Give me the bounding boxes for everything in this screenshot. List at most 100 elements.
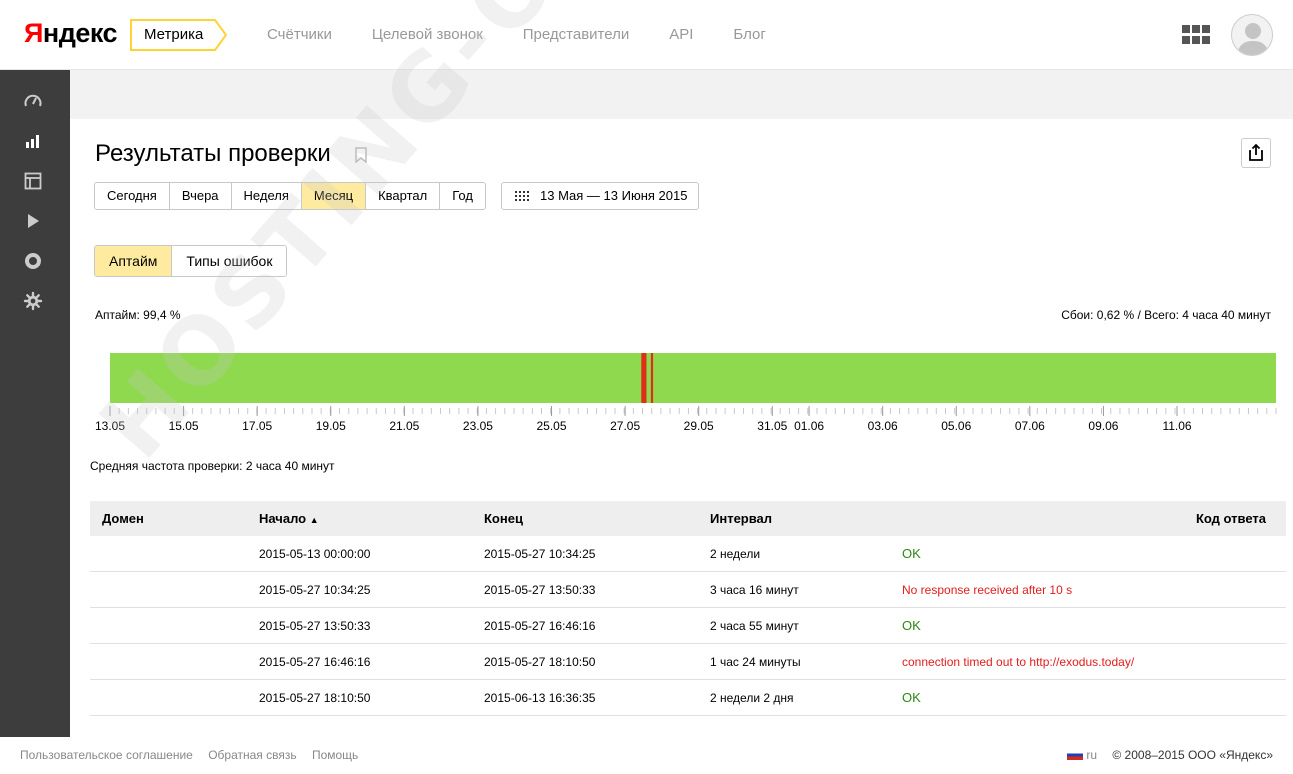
- cell-response: OK: [902, 546, 921, 561]
- timeline-tick-label: 25.05: [537, 419, 567, 433]
- reports-bar-chart-icon[interactable]: [23, 131, 43, 151]
- nav-target-call[interactable]: Целевой звонок: [372, 26, 483, 43]
- nav-api[interactable]: API: [669, 26, 693, 43]
- timeline-tick-label: 01.06: [794, 419, 824, 433]
- date-range-label: 13 Мая — 13 Июня 2015: [540, 188, 688, 203]
- footer-link-agreement[interactable]: Пользовательское соглашение: [20, 748, 193, 762]
- timeline-tick-label: 27.05: [610, 419, 640, 433]
- cell-interval: 2 недели 2 дня: [710, 691, 794, 705]
- top-nav: Счётчики Целевой звонок Представители AP…: [267, 26, 806, 43]
- layout-icon[interactable]: [23, 171, 43, 191]
- timeline-tick-label: 13.05: [95, 419, 125, 433]
- cell-end: 2015-05-27 16:46:16: [484, 619, 596, 633]
- table-row: 2015-05-27 13:50:33 2015-05-27 16:46:16 2 …: [90, 608, 1286, 644]
- export-button[interactable]: [1241, 138, 1271, 168]
- table-row: 2015-05-27 18:10:50 2015-06-13 16:36:35 2 …: [90, 680, 1286, 716]
- uptime-failure-mark: [641, 353, 647, 403]
- top-bar: Яндекс Метрика Счётчики Целевой звонок П…: [0, 0, 1293, 70]
- cell-end: 2015-05-27 18:10:50: [484, 655, 596, 669]
- user-avatar-icon[interactable]: [1231, 14, 1273, 56]
- table-row: 2015-05-27 16:46:16 2015-05-27 18:10:50 1 …: [90, 644, 1286, 680]
- date-range-picker[interactable]: 13 Мая — 13 Июня 2015: [501, 182, 700, 210]
- period-quarter-button[interactable]: Квартал: [366, 183, 441, 209]
- period-week-button[interactable]: Неделя: [231, 183, 302, 209]
- calendar-icon: [515, 191, 529, 201]
- timeline-tick-label: 31.05: [757, 419, 787, 433]
- footer-right: ru © 2008–2015 ООО «Яндекс»: [1067, 748, 1273, 762]
- russian-flag-icon: [1067, 750, 1084, 760]
- average-check-frequency: Средняя частота проверки: 2 часа 40 мину…: [90, 459, 335, 473]
- page-title: Результаты проверки: [95, 140, 331, 167]
- timeline-tick-label: 11.06: [1162, 419, 1191, 433]
- timeline-tick-label: 17.05: [242, 419, 272, 433]
- period-yesterday-button[interactable]: Вчера: [169, 183, 232, 209]
- uptime-summary: Аптайм: 99,4 %: [95, 308, 181, 322]
- timeline-tick-label: 23.05: [463, 419, 493, 433]
- cell-interval: 2 часа 55 минут: [710, 619, 799, 633]
- col-response-code[interactable]: Код ответа: [1196, 511, 1266, 526]
- cell-end: 2015-05-27 13:50:33: [484, 583, 596, 597]
- sidebar: [0, 70, 70, 737]
- col-domain[interactable]: Домен: [102, 511, 144, 526]
- cell-start: 2015-05-27 18:10:50: [259, 691, 371, 705]
- period-today-button[interactable]: Сегодня: [95, 183, 170, 209]
- table-row: 2015-05-27 10:34:25 2015-05-27 13:50:33 3 …: [90, 572, 1286, 608]
- yandex-logo[interactable]: Яндекс: [24, 18, 118, 49]
- cell-interval: 2 недели: [710, 547, 761, 561]
- table-body: 2015-05-13 00:00:00 2015-05-27 10:34:25 2 …: [90, 536, 1286, 716]
- table-header: Домен Начало ▲ Конец Интервал Код ответа: [90, 501, 1286, 536]
- check-results-table: Домен Начало ▲ Конец Интервал Код ответа…: [90, 501, 1286, 716]
- table-row: 2015-05-13 00:00:00 2015-05-27 10:34:25 2 …: [90, 536, 1286, 572]
- uptime-failure-mark: [650, 353, 654, 403]
- copyright: © 2008–2015 ООО «Яндекс»: [1112, 748, 1273, 762]
- view-selector: Аптайм Типы ошибок: [94, 245, 288, 277]
- cell-interval: 1 час 24 минуты: [710, 655, 801, 669]
- timeline-tick-label: 09.06: [1088, 419, 1118, 433]
- cell-end: 2015-05-27 10:34:25: [484, 547, 596, 561]
- timeline-tick-label: 29.05: [684, 419, 714, 433]
- timeline-tick-label: 15.05: [169, 419, 199, 433]
- dashboard-gauge-icon[interactable]: [23, 91, 43, 111]
- language-switcher[interactable]: ru: [1086, 748, 1097, 762]
- bookmark-icon[interactable]: [355, 147, 367, 163]
- tab-uptime[interactable]: Аптайм: [95, 246, 173, 276]
- nav-counters[interactable]: Счётчики: [267, 26, 332, 43]
- timeline-tick-label: 05.06: [941, 419, 971, 433]
- period-selector: Сегодня Вчера Неделя Месяц Квартал Год: [94, 182, 486, 210]
- col-start[interactable]: Начало ▲: [259, 511, 319, 526]
- col-end[interactable]: Конец: [484, 511, 523, 526]
- failure-summary: Сбои: 0,62 % / Всего: 4 часа 40 минут: [1061, 308, 1271, 322]
- uptime-donut-icon[interactable]: [23, 251, 43, 271]
- footer-link-help[interactable]: Помощь: [312, 748, 358, 762]
- nav-blog[interactable]: Блог: [733, 26, 765, 43]
- settings-gear-icon[interactable]: [23, 291, 43, 311]
- timeline-tick-label: 03.06: [868, 419, 898, 433]
- cell-response: OK: [902, 618, 921, 633]
- cell-end: 2015-06-13 16:36:35: [484, 691, 596, 705]
- footer: Пользовательское соглашение Обратная свя…: [0, 737, 1293, 774]
- tab-error-types[interactable]: Типы ошибок: [172, 246, 287, 276]
- cell-start: 2015-05-27 10:34:25: [259, 583, 371, 597]
- export-share-icon: [1249, 143, 1263, 161]
- timeline-tick-label: 07.06: [1015, 419, 1045, 433]
- timeline-tick-label: 19.05: [316, 419, 346, 433]
- timeline-tick-label: 21.05: [389, 419, 419, 433]
- cell-interval: 3 часа 16 минут: [710, 583, 799, 597]
- cell-start: 2015-05-27 16:46:16: [259, 655, 371, 669]
- period-year-button[interactable]: Год: [440, 183, 485, 209]
- footer-link-feedback[interactable]: Обратная связь: [208, 748, 296, 762]
- col-interval[interactable]: Интервал: [710, 511, 772, 526]
- cell-start: 2015-05-13 00:00:00: [259, 547, 371, 561]
- cell-response: No response received after 10 s: [902, 583, 1073, 597]
- uptime-ok-bar: [110, 353, 1276, 403]
- period-month-button[interactable]: Месяц: [301, 183, 367, 209]
- metrika-label: Метрика: [144, 26, 204, 43]
- apps-grid-icon[interactable]: [1182, 25, 1212, 45]
- footer-links: Пользовательское соглашение Обратная свя…: [20, 748, 370, 762]
- webvisor-play-icon[interactable]: [23, 211, 43, 231]
- cell-response: connection timed out to http://exodus.to…: [902, 655, 1135, 669]
- cell-response: OK: [902, 690, 921, 705]
- sort-asc-icon: ▲: [309, 515, 319, 525]
- uptime-timeline: 13.05 15.05 17.05 19.05 21.05 23.05 25.05 27.05…: [95, 353, 1277, 433]
- nav-representatives[interactable]: Представители: [523, 26, 629, 43]
